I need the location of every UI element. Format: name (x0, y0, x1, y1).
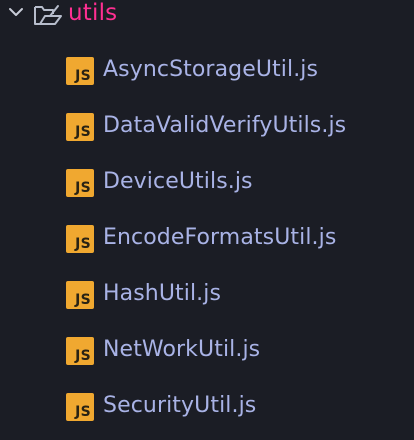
file-item[interactable]: JS AsyncStorageUtil.js (0, 50, 414, 90)
file-label: DataValidVerifyUtils.js (103, 113, 347, 138)
folder-open-icon (34, 5, 62, 25)
file-label: SecurityUtil.js (103, 393, 257, 418)
javascript-file-icon: JS (66, 337, 94, 365)
javascript-file-icon: JS (66, 57, 94, 85)
file-item[interactable]: JS SecurityUtil.js (0, 386, 414, 426)
file-item[interactable]: JS DeviceUtils.js (0, 162, 414, 202)
javascript-file-icon: JS (66, 225, 94, 253)
js-badge-label: JS (75, 68, 91, 84)
file-item[interactable]: JS DataValidVerifyUtils.js (0, 106, 414, 146)
javascript-file-icon: JS (66, 281, 94, 309)
file-item[interactable]: JS EncodeFormatsUtil.js (0, 218, 414, 258)
javascript-file-icon: JS (66, 169, 94, 197)
javascript-file-icon: JS (66, 393, 94, 421)
file-explorer-tree: utils JS AsyncStorageUtil.js JS DataVali… (0, 0, 414, 440)
javascript-file-icon: JS (66, 113, 94, 141)
file-label: HashUtil.js (103, 281, 222, 306)
file-item[interactable]: JS NetWorkUtil.js (0, 330, 414, 370)
folder-label: utils (68, 0, 118, 26)
file-label: NetWorkUtil.js (103, 337, 261, 362)
file-item[interactable]: JS HashUtil.js (0, 274, 414, 314)
file-label: EncodeFormatsUtil.js (103, 225, 337, 250)
file-label: AsyncStorageUtil.js (103, 57, 319, 82)
js-badge-label: JS (75, 180, 91, 196)
js-badge-label: JS (75, 124, 91, 140)
chevron-down-icon[interactable] (8, 4, 24, 20)
file-label: DeviceUtils.js (103, 169, 253, 194)
js-badge-label: JS (75, 292, 91, 308)
folder-utils[interactable]: utils (0, 0, 414, 30)
js-badge-label: JS (75, 404, 91, 420)
js-badge-label: JS (75, 236, 91, 252)
js-badge-label: JS (75, 348, 91, 364)
